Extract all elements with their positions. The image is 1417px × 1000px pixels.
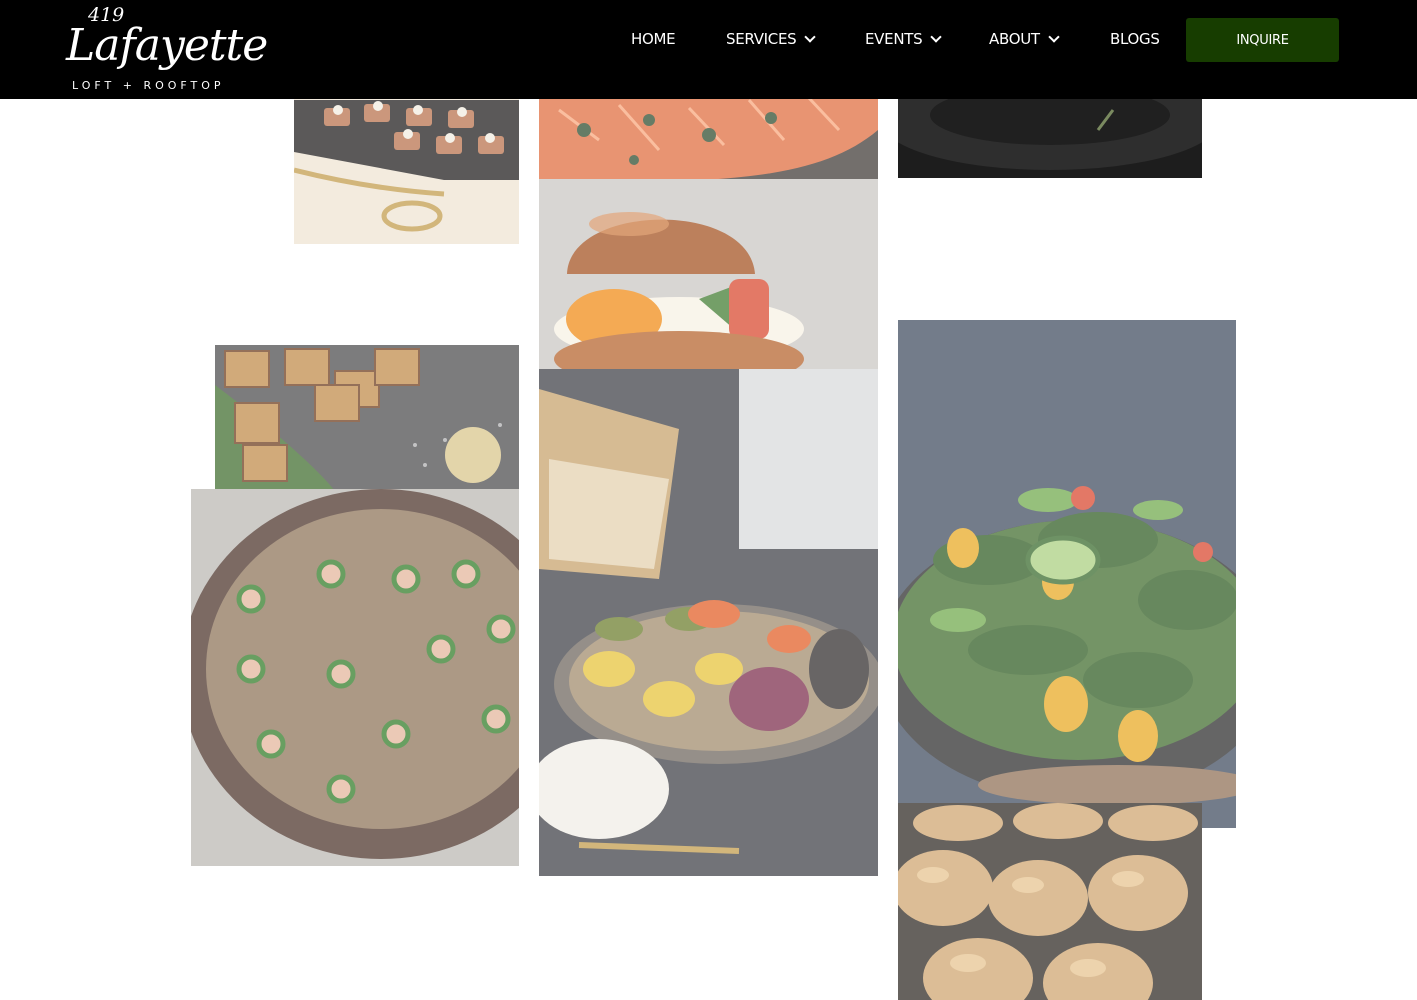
nav-blogs-label: BLOGS — [1110, 30, 1160, 48]
nav-home[interactable]: HOME — [631, 0, 676, 78]
site-header: 419 Lafayette LOFT + ROOFTOP HOME SERVIC… — [0, 0, 1417, 99]
chevron-down-icon — [1048, 30, 1060, 43]
nav-services-label: SERVICES — [726, 30, 797, 48]
chevron-down-icon — [930, 30, 942, 43]
gallery-image-grilled-cheese[interactable] — [215, 345, 519, 491]
logo[interactable]: 419 Lafayette LOFT + ROOFTOP — [66, 4, 268, 94]
nav-blogs[interactable]: BLOGS — [1110, 0, 1160, 78]
inquire-button[interactable]: INQUIRE — [1186, 18, 1339, 62]
gallery-image-sliders[interactable] — [898, 803, 1202, 1000]
logo-tagline: LOFT + ROOFTOP — [72, 79, 225, 92]
gallery-image-salad[interactable] — [898, 320, 1236, 828]
gallery-image-canapes[interactable] — [294, 90, 519, 244]
nav-home-label: HOME — [631, 30, 676, 48]
nav-about[interactable]: ABOUT — [989, 0, 1060, 78]
nav-about-label: ABOUT — [989, 30, 1040, 48]
gallery-image-vegetables[interactable] — [539, 369, 878, 876]
gallery-image-tartare[interactable] — [191, 489, 519, 866]
nav-events-label: EVENTS — [865, 30, 923, 48]
logo-name: Lafayette — [66, 20, 268, 71]
nav-services[interactable]: SERVICES — [726, 0, 817, 78]
chevron-down-icon — [804, 30, 817, 43]
gallery-image-dark-plate[interactable] — [898, 90, 1202, 178]
nav-events[interactable]: EVENTS — [865, 0, 942, 78]
